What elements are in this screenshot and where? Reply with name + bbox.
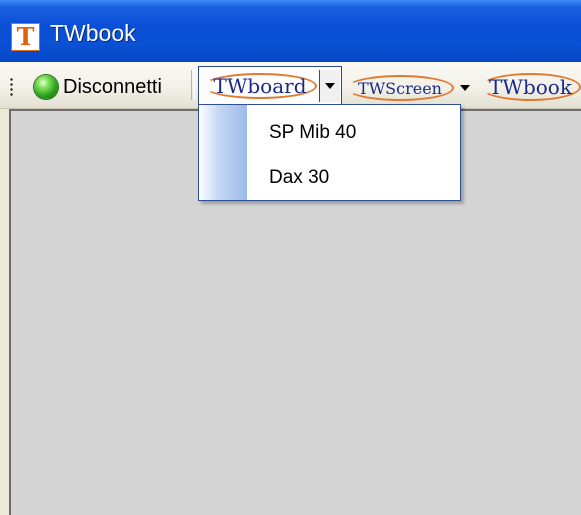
title-bar[interactable]: T TWbook bbox=[0, 0, 581, 62]
chevron-down-icon bbox=[460, 85, 470, 91]
twboard-logo: TWboard bbox=[203, 70, 317, 102]
disconnect-button[interactable]: Disconnetti bbox=[24, 68, 182, 106]
green-status-icon bbox=[34, 75, 58, 99]
disconnect-label: Disconnetti bbox=[63, 75, 162, 98]
twbook-logo-text: TWbook bbox=[489, 75, 572, 99]
menu-icon-rail bbox=[199, 105, 247, 200]
twscreen-logo-text: TWScreen bbox=[358, 78, 442, 98]
window-title: TWbook bbox=[50, 20, 136, 46]
chevron-down-icon bbox=[325, 83, 335, 89]
toolbar-separator bbox=[191, 70, 195, 100]
menu-item-dax-30[interactable]: Dax 30 bbox=[247, 155, 460, 200]
twboard-dropdown-menu: SP Mib 40 Dax 30 bbox=[198, 104, 461, 201]
twscreen-button[interactable]: TWScreen bbox=[346, 72, 454, 104]
twboard-logo-text: TWboard bbox=[213, 74, 307, 98]
twboard-button[interactable]: TWboard bbox=[198, 66, 342, 106]
menu-item-label: SP Mib 40 bbox=[269, 121, 357, 143]
menu-item-sp-mib-40[interactable]: SP Mib 40 bbox=[247, 110, 460, 155]
menu-item-label: Dax 30 bbox=[269, 166, 330, 188]
twbook-button[interactable]: TWbook bbox=[480, 70, 581, 104]
twscreen-dropdown-arrow[interactable] bbox=[456, 72, 474, 104]
toolbar-grip-handle[interactable] bbox=[10, 77, 13, 97]
app-icon: T bbox=[11, 23, 40, 51]
twboard-dropdown-arrow[interactable] bbox=[319, 70, 340, 102]
